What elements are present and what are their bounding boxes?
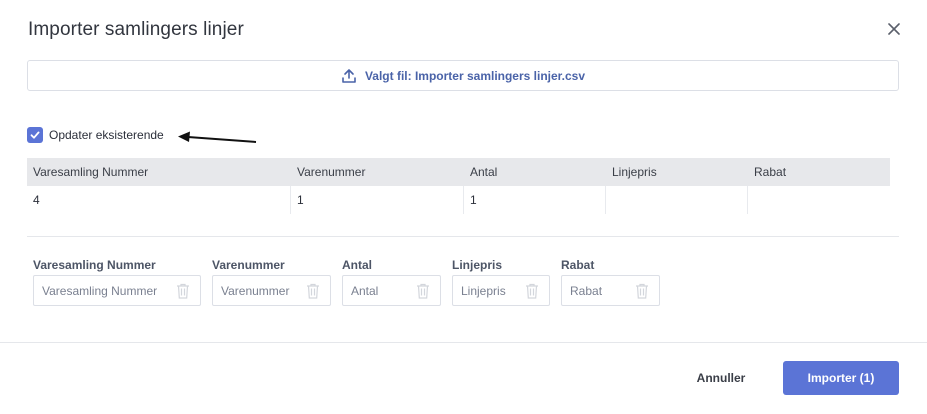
divider [27,236,899,237]
trash-icon[interactable] [635,283,649,299]
mapping-field-rabat: Rabat [561,258,594,272]
mapping-input[interactable]: Rabat [561,275,660,306]
dialog-title: Importer samlingers linjer [28,19,244,40]
trash-icon[interactable] [306,283,320,299]
table-header-row: Varesamling Nummer Varenummer Antal Linj… [27,158,890,186]
footer-divider [0,342,927,343]
column-header: Varesamling Nummer [33,165,149,179]
upload-icon [342,68,356,83]
close-button[interactable] [883,18,905,40]
cancel-button[interactable]: Annuller [690,362,752,395]
trash-icon[interactable] [525,283,539,299]
column-header: Linjepris [612,165,657,179]
mapping-field-antal: Antal [342,258,372,272]
mapping-input[interactable]: Varenummer [212,275,331,306]
check-icon [30,131,40,139]
table-cell: 1 [291,186,464,214]
arrow-annotation-icon [178,131,257,143]
mapping-placeholder: Varesamling Nummer [42,283,158,298]
mapping-label: Rabat [561,258,595,272]
mapping-field-varenummer: Varenummer [212,258,285,272]
file-label: Valgt fil: Importer samlingers linjer.cs… [364,68,586,83]
mapping-label: Linjepris [452,258,503,272]
table-cell [606,186,748,214]
close-icon [888,23,900,35]
trash-icon[interactable] [416,283,430,299]
mapping-field-linjepris: Linjepris [452,258,502,272]
table-cell [748,186,890,214]
update-existing-label: Opdater eksisterende [49,128,164,142]
mapping-input[interactable]: Antal [342,275,441,306]
column-header: Varenummer [297,165,366,179]
mapping-placeholder: Antal [351,283,379,298]
table-row: 4 1 1 [27,186,890,214]
update-existing-checkbox[interactable] [27,127,43,143]
preview-table: Varesamling Nummer Varenummer Antal Linj… [27,158,890,214]
column-header: Antal [470,165,498,179]
mapping-placeholder: Linjepris [461,283,506,298]
trash-icon[interactable] [176,283,190,299]
mapping-input[interactable]: Linjepris [452,275,550,306]
column-header: Rabat [754,165,787,179]
mapping-field-varesamling-nummer: Varesamling Nummer [33,258,156,272]
mapping-input[interactable]: Varesamling Nummer [33,275,201,306]
update-existing-option[interactable]: Opdater eksisterende [27,127,164,143]
file-select-bar[interactable]: Valgt fil: Importer samlingers linjer.cs… [27,60,899,91]
mapping-label: Antal [342,258,372,272]
mapping-placeholder: Varenummer [221,283,290,298]
import-dialog: Importer samlingers linjer Valgt fil: Im… [0,0,927,414]
mapping-label: Varenummer [212,258,285,272]
import-button[interactable]: Importer (1) [783,361,899,395]
mapping-label: Varesamling Nummer [33,258,156,272]
table-cell: 1 [464,186,606,214]
mapping-placeholder: Rabat [570,283,603,298]
table-cell: 4 [27,186,291,214]
